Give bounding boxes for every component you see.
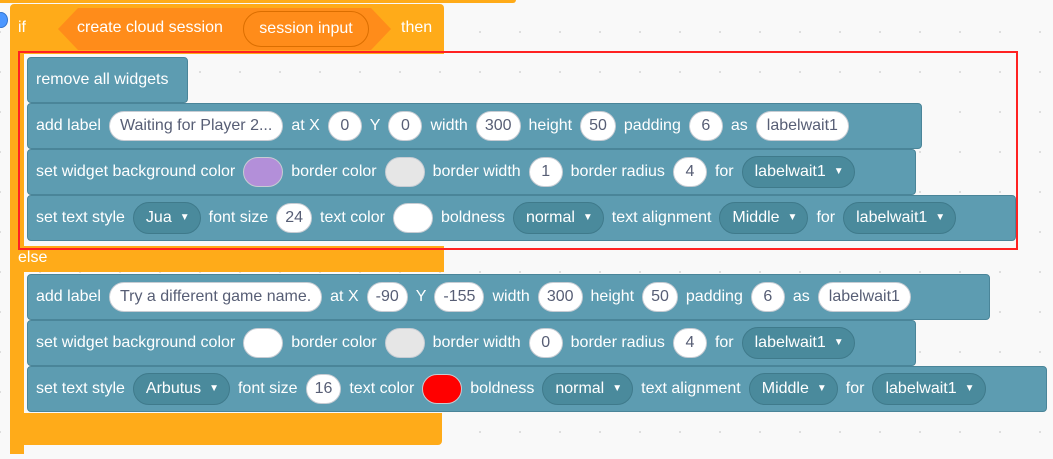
border-radius-input[interactable]: 4 (672, 328, 707, 358)
target-widget-dropdown[interactable]: labelwait1 ▼ (741, 327, 855, 359)
block-label: set text style (36, 380, 125, 397)
font-size-input[interactable]: 16 (305, 374, 342, 404)
alignment-label: text alignment (641, 380, 741, 397)
dropdown-value: Arbutus (145, 380, 202, 397)
widget-name-input[interactable]: labelwait1 (817, 282, 911, 312)
set-widget-background-block[interactable]: set widget background color border color… (27, 320, 916, 366)
chevron-down-icon: ▼ (964, 383, 975, 394)
else-keyword: else (18, 249, 48, 266)
dropdown-value: Middle (761, 380, 809, 397)
condition-label: create cloud session (77, 19, 223, 36)
chevron-down-icon: ▼ (209, 383, 219, 394)
as-label: as (792, 288, 810, 305)
target-widget-dropdown[interactable]: labelwait1 ▼ (872, 373, 986, 405)
text-color-label: text color (349, 380, 415, 397)
for-label: for (714, 334, 734, 351)
border-radius-label: border radius (570, 334, 665, 351)
padding-label: padding (685, 288, 743, 305)
y-label: Y (415, 288, 427, 305)
dropdown-value: labelwait1 (754, 334, 826, 351)
dropdown-value: labelwait1 (885, 380, 957, 397)
chevron-down-icon: ▼ (816, 383, 827, 394)
boldness-label: boldness (470, 380, 535, 397)
block-label: set widget background color (36, 334, 236, 351)
at-x-label: at X (330, 288, 359, 305)
y-input[interactable]: -155 (434, 282, 485, 312)
background-color-swatch[interactable] (243, 328, 284, 358)
block-label: add label (36, 288, 101, 305)
height-input[interactable]: 50 (642, 282, 678, 312)
add-label-block[interactable]: add label Try a different game name. at … (27, 274, 990, 320)
hat-connector-icon (0, 12, 8, 28)
alignment-dropdown[interactable]: Middle ▼ (748, 373, 838, 405)
font-size-label: font size (237, 380, 298, 397)
border-color-label: border color (291, 334, 377, 351)
border-width-input[interactable]: 0 (528, 328, 563, 358)
dropdown-value: normal (555, 380, 605, 397)
width-label: width (492, 288, 530, 305)
width-input[interactable]: 300 (537, 282, 583, 312)
x-input[interactable]: -90 (366, 282, 408, 312)
boldness-dropdown[interactable]: normal ▼ (542, 373, 634, 405)
font-dropdown[interactable]: Arbutus ▼ (132, 373, 230, 405)
chevron-down-icon: ▼ (612, 383, 623, 394)
selection-highlight-box (18, 51, 1018, 250)
then-keyword: then (401, 19, 433, 36)
if-block-bottom[interactable] (10, 413, 442, 445)
label-text-input[interactable]: Try a different game name. (108, 282, 323, 312)
padding-input[interactable]: 6 (750, 282, 785, 312)
set-text-style-block[interactable]: set text style Arbutus ▼ font size 16 tex… (27, 366, 1047, 412)
for-label: for (845, 380, 865, 397)
border-width-label: border width (432, 334, 521, 351)
previous-block-edge (0, 0, 516, 3)
border-color-swatch[interactable] (384, 328, 425, 358)
chevron-down-icon: ▼ (833, 337, 844, 348)
if-keyword: if (18, 19, 26, 36)
height-label: height (590, 288, 635, 305)
session-input-field[interactable]: session input (243, 11, 369, 47)
text-color-swatch[interactable] (422, 374, 463, 404)
